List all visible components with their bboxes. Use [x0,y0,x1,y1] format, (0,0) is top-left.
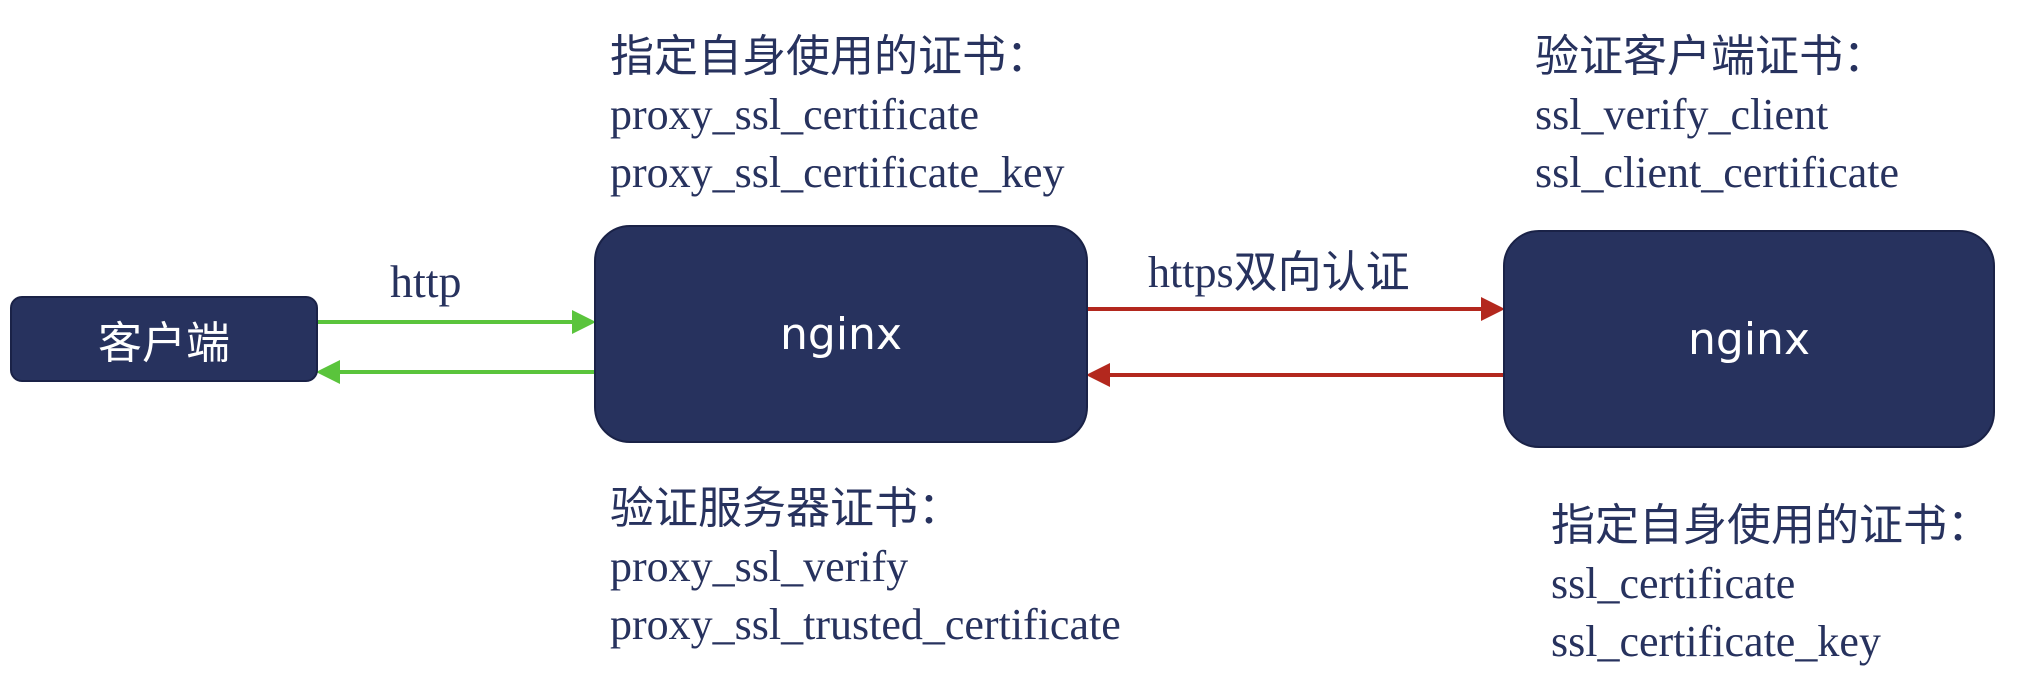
http-edge-label: http [390,256,462,307]
client-node: 客户端 [10,296,318,382]
nginx-upstream-node: nginx [1503,230,1995,448]
client-node-label: 客户端 [98,318,230,369]
nginx-upstream-node-label: nginx [1688,313,1810,365]
nginx-proxy-node: nginx [594,225,1088,443]
https-mutual-auth-edge-label: https双向认证 [1148,248,1410,297]
nginx-proxy-node-label: nginx [780,308,902,360]
